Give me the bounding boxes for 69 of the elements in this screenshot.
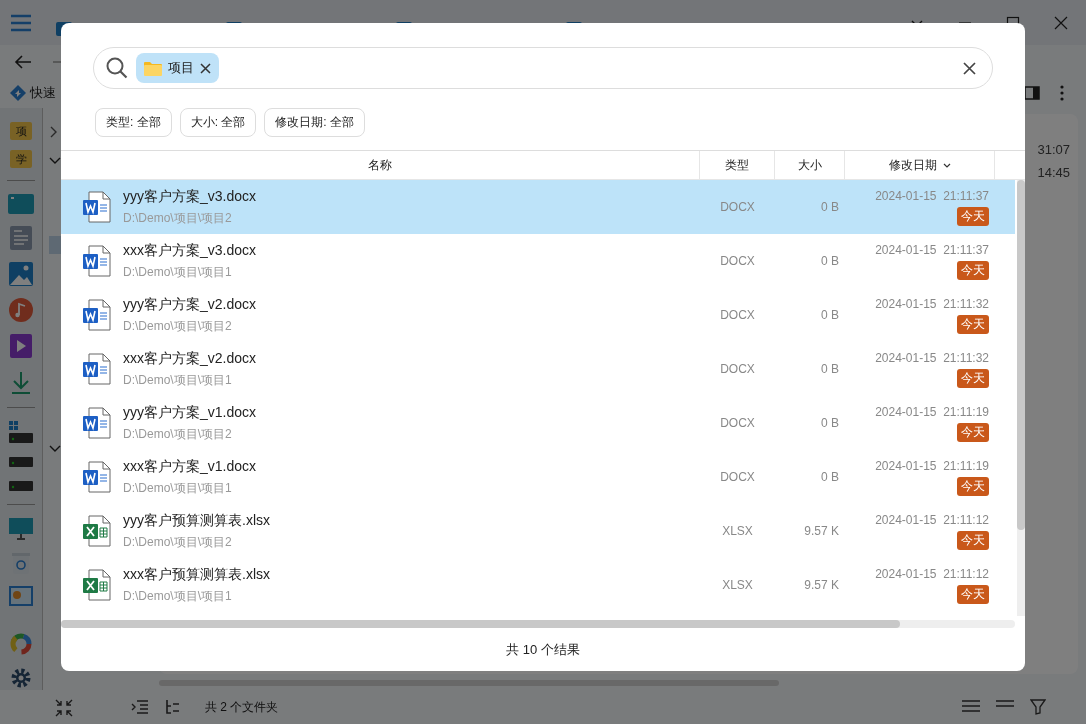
today-badge: 今天 <box>957 585 989 604</box>
result-row[interactable]: yyy客户方案_v1.docx D:\Demo\项目\项目2 DOCX 0 B 2024-01-15 21:11:19 今天 <box>61 396 1015 450</box>
result-row[interactable]: xxx客户方案_v2.docx D:\Demo\项目\项目1 DOCX 0 B 2024-01-15 21:11:32 今天 <box>61 342 1015 396</box>
filter-button[interactable]: 大小: 全部 <box>179 108 257 137</box>
folder-scope-chip[interactable]: 项目 <box>136 53 219 83</box>
file-name: xxx客户方案_v2.docx <box>123 349 257 368</box>
file-type: DOCX <box>720 308 755 322</box>
file-path: D:\Demo\项目\项目1 <box>123 479 233 497</box>
result-row[interactable]: yyy客户预算测算表.xlsx D:\Demo\项目\项目2 XLSX 9.57 K 2024-01-15 21:11:12 今天 <box>61 504 1015 558</box>
file-type: DOCX <box>720 470 755 484</box>
today-badge: 今天 <box>957 531 989 550</box>
file-path: D:\Demo\项目\项目1 <box>123 371 233 389</box>
modified-date: 2024-01-15 21:11:12 <box>875 513 989 527</box>
filter-button[interactable]: 修改日期: 全部 <box>264 108 365 137</box>
modified-date: 2024-01-15 21:11:32 <box>875 351 989 365</box>
file-size: 0 B <box>821 362 839 376</box>
file-path: D:\Demo\项目\项目1 <box>123 263 233 281</box>
filter-button[interactable]: 类型: 全部 <box>95 108 172 137</box>
modified-time: 31:07 <box>1037 142 1070 157</box>
file-size: 0 B <box>821 416 839 430</box>
folder-count: 共 2 个文件夹 <box>205 698 279 716</box>
file-size: 0 B <box>821 200 839 214</box>
result-row[interactable]: xxx客户预算测算表.xlsx D:\Demo\项目\项目1 XLSX 9.57 K 2024-01-15 21:11:12 今天 <box>61 558 1015 612</box>
modified-date: 2024-01-15 21:11:37 <box>875 189 989 203</box>
modified-date: 2024-01-15 21:11:37 <box>875 243 989 257</box>
file-path: D:\Demo\项目\项目2 <box>123 209 233 227</box>
column-header[interactable]: 修改日期 <box>845 151 995 179</box>
file-type: XLSX <box>722 524 753 538</box>
file-size: 9.57 K <box>804 524 839 538</box>
file-type: DOCX <box>720 254 755 268</box>
result-count: 共 10 个结果 <box>506 640 580 659</box>
file-path: D:\Demo\项目\项目2 <box>123 425 233 443</box>
today-badge: 今天 <box>957 315 989 334</box>
file-path: D:\Demo\项目\项目2 <box>123 533 233 551</box>
result-row[interactable]: xxx客户方案_v3.docx D:\Demo\项目\项目1 DOCX 0 B 2024-01-15 21:11:37 今天 <box>61 234 1015 288</box>
today-badge: 今天 <box>957 261 989 280</box>
file-name: xxx客户方案_v3.docx <box>123 241 257 260</box>
file-name: yyy客户预算测算表.xlsx <box>123 511 270 530</box>
file-name: yyy客户方案_v3.docx <box>123 187 257 206</box>
modified-date: 2024-01-15 21:11:12 <box>875 567 989 581</box>
file-type: XLSX <box>722 578 753 592</box>
today-badge: 今天 <box>957 207 989 226</box>
modified-date: 2024-01-15 21:11:19 <box>875 459 989 473</box>
file-name: xxx客户方案_v1.docx <box>123 457 257 476</box>
file-type: DOCX <box>720 200 755 214</box>
file-size: 0 B <box>821 254 839 268</box>
file-type: DOCX <box>720 362 755 376</box>
column-header[interactable]: 名称 <box>61 151 700 179</box>
file-path: D:\Demo\项目\项目1 <box>123 587 233 605</box>
file-name: xxx客户预算测算表.xlsx <box>123 565 270 584</box>
today-badge: 今天 <box>957 477 989 496</box>
column-header[interactable]: 类型 <box>700 151 775 179</box>
modified-date: 2024-01-15 21:11:19 <box>875 405 989 419</box>
breadcrumb[interactable]: 快速 <box>30 84 56 102</box>
file-name: yyy客户方案_v2.docx <box>123 295 257 314</box>
file-size: 0 B <box>821 470 839 484</box>
column-header[interactable]: 大小 <box>775 151 845 179</box>
file-path: D:\Demo\项目\项目2 <box>123 317 233 335</box>
today-badge: 今天 <box>957 369 989 388</box>
result-row[interactable]: xxx客户方案_v1.docx D:\Demo\项目\项目1 DOCX 0 B 2024-01-15 21:11:19 今天 <box>61 450 1015 504</box>
file-type: DOCX <box>720 416 755 430</box>
result-row[interactable]: yyy客户方案_v3.docx D:\Demo\项目\项目2 DOCX 0 B 2024-01-15 21:11:37 今天 <box>61 180 1015 234</box>
today-badge: 今天 <box>957 423 989 442</box>
result-row[interactable]: yyy客户方案_v2.docx D:\Demo\项目\项目2 DOCX 0 B 2024-01-15 21:11:32 今天 <box>61 288 1015 342</box>
modified-time: 14:45 <box>1037 165 1070 180</box>
file-size: 9.57 K <box>804 578 839 592</box>
file-size: 0 B <box>821 308 839 322</box>
file-name: yyy客户方案_v1.docx <box>123 403 257 422</box>
modified-date: 2024-01-15 21:11:32 <box>875 297 989 311</box>
